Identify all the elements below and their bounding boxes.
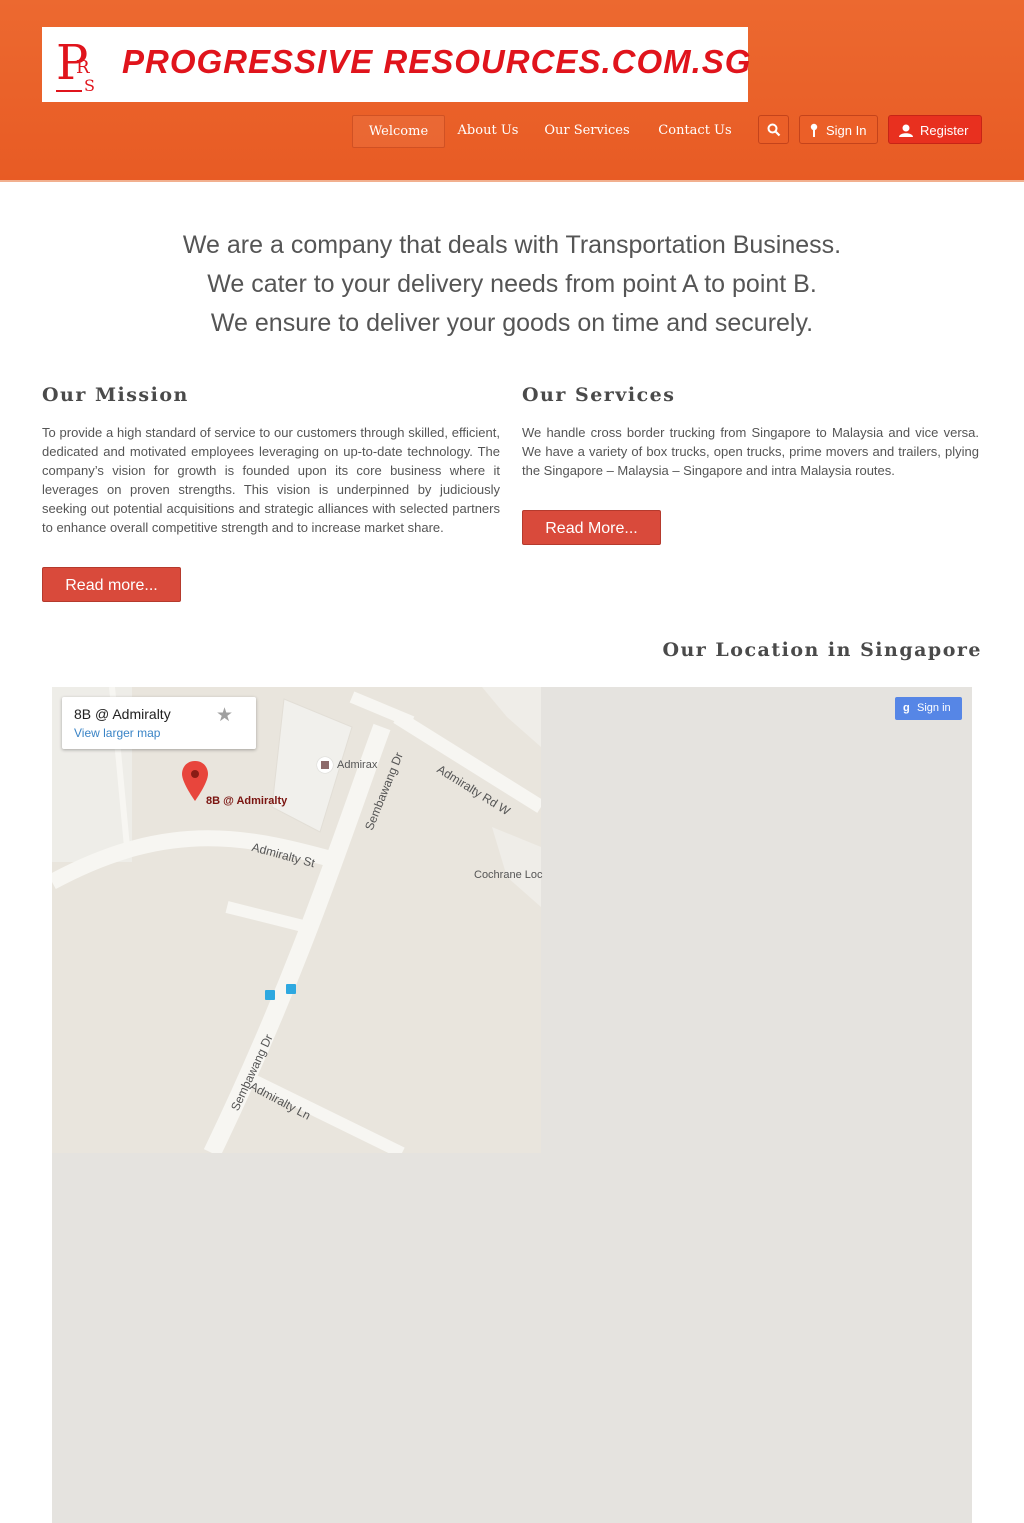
services-heading: Our Services <box>522 384 676 406</box>
admirax-poi-icon[interactable] <box>317 757 333 773</box>
view-larger-map-link[interactable]: View larger map <box>74 726 160 740</box>
services-read-more-button[interactable]: Read More... <box>522 510 661 545</box>
svg-text:S: S <box>84 76 95 95</box>
site-logo[interactable]: P R S PROGRESSIVE RESOURCES.COM.SG <box>42 27 752 102</box>
mission-heading: Our Mission <box>42 384 189 406</box>
location-heading: Our Location in Singapore <box>662 639 982 661</box>
star-icon[interactable]: ★ <box>216 704 233 726</box>
intro-line: We ensure to deliver your goods on time … <box>210 309 814 337</box>
map-sign-in-label: Sign in <box>917 702 951 714</box>
nav-welcome[interactable]: Welcome <box>352 115 445 148</box>
key-icon <box>810 123 818 137</box>
search-icon <box>767 123 781 137</box>
map-tiles[interactable]: Admirax 8B @ Admiralty Admiralty Rd W Se… <box>52 687 543 1153</box>
svg-text:R: R <box>76 57 90 78</box>
map-label-admirax: Admirax <box>337 759 378 771</box>
intro-line: We are a company that deals with Transpo… <box>182 231 842 259</box>
sign-in-button[interactable]: Sign In <box>799 115 878 144</box>
services-text: We handle cross border trucking from Sin… <box>522 425 979 478</box>
nav-contact-us[interactable]: Contact Us <box>645 115 745 146</box>
prs-logo-mark: P R S <box>56 35 95 95</box>
google-g-icon: g <box>903 702 910 714</box>
map-marker-icon[interactable] <box>182 761 208 801</box>
mission-read-more-button[interactable]: Read more... <box>42 567 181 602</box>
map-label-marker: 8B @ Admiralty <box>206 795 288 807</box>
map-place-card: 8B @ Admiralty View larger map ★ <box>62 697 256 749</box>
intro-tagline: We are a company that deals with Transpo… <box>0 226 1024 343</box>
logo-text: PROGRESSIVE RESOURCES.COM.SG <box>122 43 752 80</box>
register-label: Register <box>920 123 969 138</box>
sign-in-label: Sign In <box>826 123 867 138</box>
site-header: P R S PROGRESSIVE RESOURCES.COM.SG Welco… <box>0 0 1024 182</box>
search-button[interactable] <box>758 115 789 144</box>
intro-line: We cater to your delivery needs from poi… <box>207 270 817 298</box>
map-label-cochrane: Cochrane Loc <box>474 869 543 881</box>
map-place-name: 8B @ Admiralty <box>74 706 171 722</box>
nav-our-services[interactable]: Our Services <box>535 115 639 146</box>
map-sign-in-button[interactable]: g Sign in <box>895 697 962 720</box>
map-roads <box>52 687 541 1153</box>
register-button[interactable]: Register <box>888 115 982 144</box>
user-icon <box>899 124 913 137</box>
location-map[interactable]: Admirax 8B @ Admiralty Admiralty Rd W Se… <box>52 687 972 1523</box>
nav-about-us[interactable]: About Us <box>447 115 529 146</box>
mission-text: To provide a high standard of service to… <box>42 425 500 535</box>
